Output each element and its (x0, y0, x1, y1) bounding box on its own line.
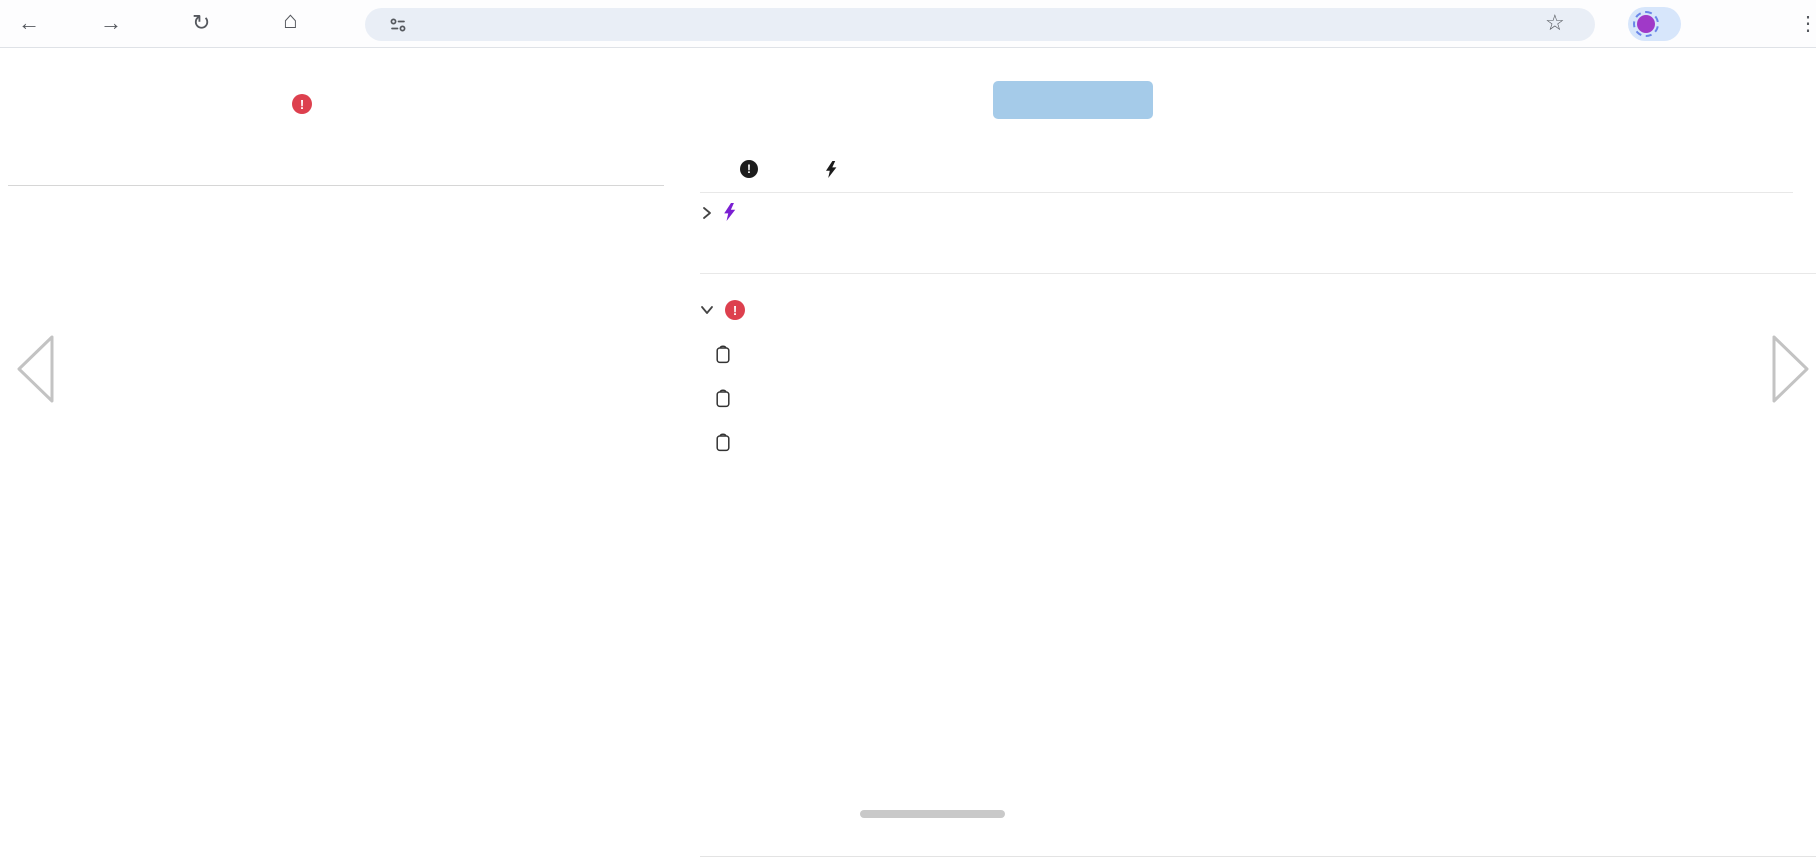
messages-icon: ! (740, 160, 758, 178)
bookmark-star-icon[interactable]: ☆ (1545, 10, 1565, 36)
next-page-arrow[interactable] (1768, 332, 1814, 406)
message-row (700, 387, 857, 408)
error-item[interactable]: ! (699, 300, 769, 320)
verify-profile-button[interactable] (1628, 7, 1681, 41)
detail-tabs: ! (700, 160, 922, 178)
detail-bottom-divider (700, 856, 1816, 857)
exception-item[interactable] (700, 203, 758, 221)
avatar (1633, 11, 1659, 37)
lightning-icon (826, 160, 837, 178)
horizontal-scrollbar[interactable] (860, 810, 1005, 818)
clipboard-icon[interactable] (715, 344, 731, 364)
clipboard-icon[interactable] (715, 432, 731, 452)
detail-top-divider (700, 192, 1793, 193)
clipboard-icon[interactable] (715, 388, 731, 408)
issues-badge: ! (292, 94, 320, 114)
issues-error-icon: ! (292, 94, 312, 114)
stack-trace (858, 431, 877, 498)
home-icon[interactable]: ⌂ (283, 8, 298, 34)
previous-page-arrow[interactable] (12, 332, 58, 406)
refresh-icon[interactable]: ↻ (192, 10, 210, 36)
browser-toolbar: ← → ↻ ⌂ ☆ ⋮ (0, 0, 1816, 48)
avatar-letter (1637, 15, 1655, 33)
exception-lightning-icon (724, 203, 736, 221)
category-row (700, 343, 857, 364)
tab-exceptions[interactable] (825, 160, 860, 178)
chevron-down-icon[interactable] (699, 303, 715, 317)
submit-logs-button[interactable] (993, 81, 1153, 119)
url-bar[interactable] (365, 8, 1595, 41)
tab-messages[interactable]: ! (740, 160, 781, 178)
trace-page: ← → ↻ ⌂ ☆ ⋮ ! ! ! (0, 0, 1816, 863)
stack-trace-row (700, 431, 837, 452)
forward-icon[interactable]: → (100, 10, 122, 36)
back-icon[interactable]: ← (18, 10, 40, 36)
requests-table (8, 152, 664, 186)
expand-all-button[interactable] (1648, 192, 1768, 205)
detail-mid-divider (700, 273, 1816, 274)
chevron-right-icon[interactable] (700, 205, 714, 221)
requests-table-header (8, 152, 664, 186)
site-info-icon[interactable] (389, 16, 407, 34)
browser-menu-icon[interactable]: ⋮ (1798, 11, 1816, 36)
error-icon: ! (725, 300, 745, 320)
